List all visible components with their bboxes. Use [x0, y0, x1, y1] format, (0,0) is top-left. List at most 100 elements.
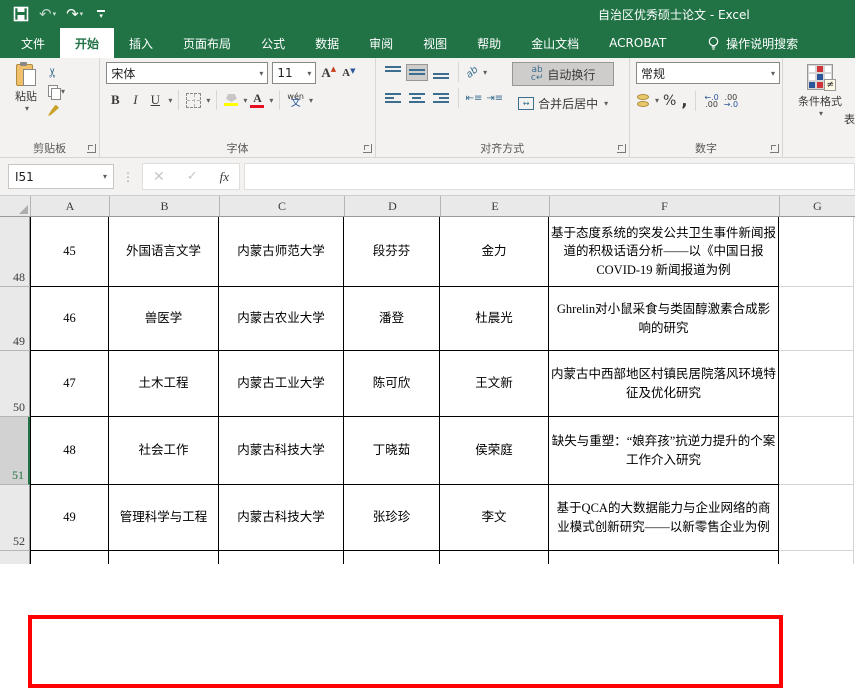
conditional-formatting-dropdown-icon[interactable]: ▾ [819, 109, 823, 118]
column-header-e[interactable]: E [441, 196, 550, 216]
underline-dropdown-icon[interactable]: ▾ [168, 96, 172, 105]
number-dialog-launcher[interactable] [770, 144, 779, 153]
conditional-formatting-button[interactable]: ≠ 条件格式 ▾ [789, 62, 851, 118]
cell-f53-partial[interactable] [549, 551, 779, 564]
cell-b50[interactable]: 土木工程 [109, 351, 219, 417]
cell-g51[interactable] [779, 417, 854, 485]
cell-c53-partial[interactable] [219, 551, 344, 564]
row-header-49[interactable]: 49 [0, 287, 30, 351]
cell-a52[interactable]: 49 [30, 485, 109, 551]
formula-input[interactable] [244, 163, 855, 190]
cell-e53-partial[interactable] [440, 551, 549, 564]
paste-button[interactable]: 粘贴 ▾ [6, 62, 46, 113]
tab-data[interactable]: 数据 [300, 28, 354, 58]
column-header-b[interactable]: B [110, 196, 220, 216]
enter-entry-icon[interactable]: ✓ [187, 169, 198, 184]
copy-button[interactable]: ▾ [48, 83, 65, 99]
column-header-c[interactable]: C [220, 196, 345, 216]
tab-help[interactable]: 帮助 [462, 28, 516, 58]
cell-g48[interactable] [779, 217, 854, 287]
increase-indent-button[interactable]: ⇥≡ [485, 92, 504, 105]
cell-c50[interactable]: 内蒙古工业大学 [219, 351, 344, 417]
cell-e52[interactable]: 李文 [440, 485, 549, 551]
row-header-48[interactable]: 48 [0, 217, 30, 287]
cell-b53-partial[interactable] [109, 551, 219, 564]
orientation-dropdown-icon[interactable]: ▾ [483, 68, 487, 77]
align-center-button[interactable] [406, 90, 428, 107]
cell-d52[interactable]: 张珍珍 [344, 485, 440, 551]
fill-color-button[interactable] [223, 93, 239, 107]
bold-button[interactable]: B [106, 91, 124, 109]
accounting-format-button[interactable] [636, 93, 650, 108]
paste-dropdown-icon[interactable]: ▾ [25, 104, 29, 113]
insert-function-icon[interactable]: fx [220, 169, 229, 185]
cell-a48[interactable]: 45 [30, 217, 109, 287]
align-middle-button[interactable] [406, 64, 428, 81]
cell-e50[interactable]: 王文新 [440, 351, 549, 417]
cell-d49[interactable]: 潘登 [344, 287, 440, 351]
borders-button[interactable] [185, 92, 202, 109]
tab-acrobat[interactable]: ACROBAT [594, 28, 681, 58]
borders-dropdown-icon[interactable]: ▾ [206, 96, 210, 105]
format-as-table-partial-label[interactable]: 表 [844, 111, 855, 127]
column-header-a[interactable]: A [31, 196, 110, 216]
cell-b48[interactable]: 外国语言文学 [109, 217, 219, 287]
font-color-button[interactable]: A [249, 92, 265, 109]
cell-f51[interactable]: 缺失与重塑：“娘弃孩”抗逆力提升的个案工作介入研究 [549, 417, 779, 485]
cell-b51[interactable]: 社会工作 [109, 417, 219, 485]
cut-button[interactable]: ✂ [48, 64, 65, 80]
cell-e48[interactable]: 金力 [440, 217, 549, 287]
cell-c48[interactable]: 内蒙古师范大学 [219, 217, 344, 287]
comma-style-button[interactable]: , [680, 90, 688, 111]
save-button[interactable] [10, 3, 32, 25]
wrap-text-button[interactable]: abc↵ 自动换行 [512, 62, 614, 86]
clipboard-dialog-launcher[interactable] [87, 144, 96, 153]
percent-style-button[interactable]: % [662, 92, 677, 110]
row-header-52[interactable]: 52 [0, 485, 30, 551]
cell-d50[interactable]: 陈可欣 [344, 351, 440, 417]
cell-g52[interactable] [779, 485, 854, 551]
column-header-d[interactable]: D [345, 196, 441, 216]
tab-home[interactable]: 开始 [60, 28, 114, 58]
cell-f49[interactable]: Ghrelin对小鼠采食与类固醇激素合成影响的研究 [549, 287, 779, 351]
underline-button[interactable]: U [146, 91, 164, 109]
name-box[interactable]: I51 ▾ [8, 164, 114, 189]
decrease-indent-button[interactable]: ⇤≡ [465, 92, 484, 105]
cell-b52[interactable]: 管理科学与工程 [109, 485, 219, 551]
italic-button[interactable]: I [126, 91, 144, 109]
tab-wps-docs[interactable]: 金山文档 [516, 28, 594, 58]
cell-b49[interactable]: 兽医学 [109, 287, 219, 351]
tab-file[interactable]: 文件 [6, 28, 60, 58]
row-header-51-selected[interactable]: 51 [0, 417, 30, 485]
select-all-button[interactable] [0, 196, 31, 216]
alignment-dialog-launcher[interactable] [617, 144, 626, 153]
redo-dropdown-icon[interactable]: ▾ [80, 10, 84, 18]
font-dialog-launcher[interactable] [363, 144, 372, 153]
fill-color-dropdown-icon[interactable]: ▾ [243, 96, 247, 105]
font-size-combo[interactable]: 11 ▾ [272, 62, 316, 84]
cell-a49[interactable]: 46 [30, 287, 109, 351]
cancel-entry-icon[interactable]: ✕ [153, 169, 165, 185]
row-header-53-partial[interactable] [0, 551, 30, 564]
cell-c51[interactable]: 内蒙古科技大学 [219, 417, 344, 485]
column-header-f[interactable]: F [550, 196, 780, 216]
cell-f48[interactable]: 基于态度系统的突发公共卫生事件新闻报道的积极话语分析——以《中国日报COVID-… [549, 217, 779, 287]
customize-quick-access-button[interactable]: ▾ [94, 3, 108, 25]
font-name-combo[interactable]: 宋体 ▾ [106, 62, 268, 84]
cell-a50[interactable]: 47 [30, 351, 109, 417]
formula-bar-grip[interactable]: ⋮ [122, 170, 134, 184]
tab-insert[interactable]: 插入 [114, 28, 168, 58]
cell-e49[interactable]: 杜晨光 [440, 287, 549, 351]
cell-d53-partial[interactable] [344, 551, 440, 564]
number-format-combo[interactable]: 常规 ▾ [636, 62, 780, 84]
cell-e51[interactable]: 侯荣庭 [440, 417, 549, 485]
cell-g53-partial[interactable] [779, 551, 854, 564]
phonetic-dropdown-icon[interactable]: ▾ [309, 96, 313, 105]
cell-g49[interactable] [779, 287, 854, 351]
align-right-button[interactable] [430, 90, 452, 107]
cell-d48[interactable]: 段芬芬 [344, 217, 440, 287]
cell-f50[interactable]: 内蒙古中西部地区村镇民居院落风环境特征及优化研究 [549, 351, 779, 417]
cell-a53-partial[interactable] [30, 551, 109, 564]
undo-button[interactable]: ↶ ▾ [36, 3, 59, 25]
tab-view[interactable]: 视图 [408, 28, 462, 58]
